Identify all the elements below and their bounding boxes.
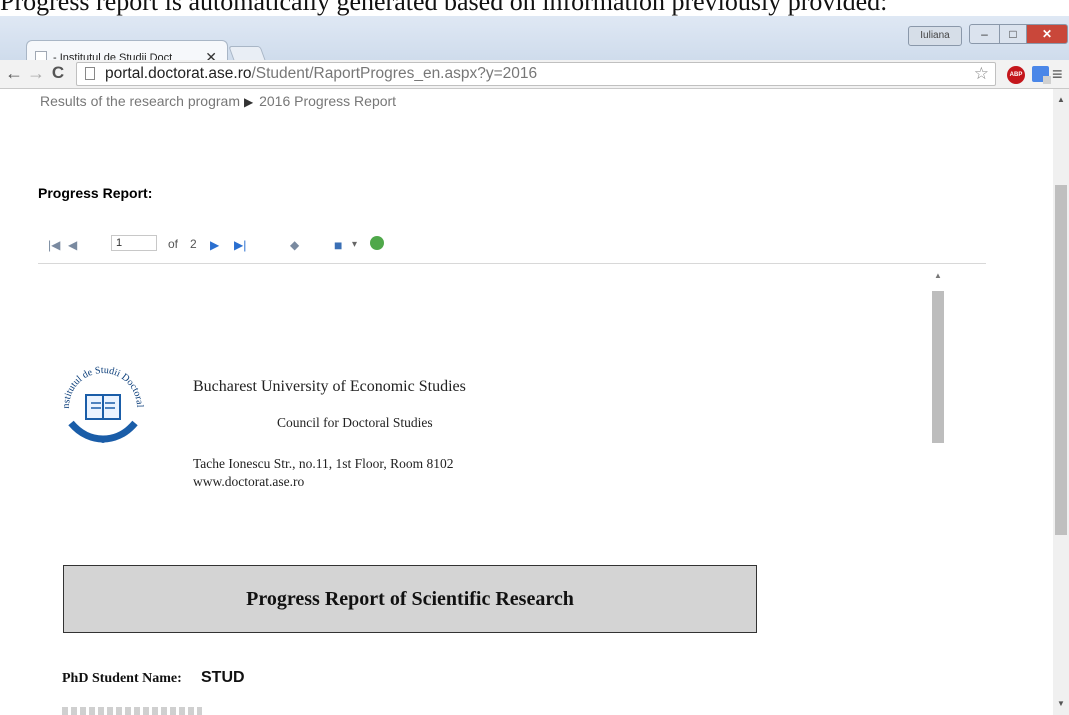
export-save-icon[interactable]: ■ xyxy=(334,237,342,253)
breadcrumb-separator-icon: ▶ xyxy=(243,95,254,109)
address: Tache Ionescu Str., no.11, 1st Floor, Ro… xyxy=(193,456,454,471)
council-name: Council for Doctoral Studies xyxy=(277,415,433,430)
report-title-box: Progress Report of Scientific Research xyxy=(63,565,757,633)
address-bar[interactable]: portal.doctorat.ase.ro/Student/RaportPro… xyxy=(76,62,996,86)
page-scroll-up-icon[interactable]: ▲ xyxy=(1057,95,1065,104)
cut-off-text-line xyxy=(62,707,202,715)
caption-text: Progress report is automatically generat… xyxy=(0,0,888,16)
report-scrollbar[interactable]: ▲ xyxy=(930,267,946,705)
report-page: Institutul de Studii Doctorale Bucharest… xyxy=(38,269,968,715)
student-name-value: STUD xyxy=(201,669,245,686)
first-page-icon[interactable]: |◀ xyxy=(48,237,60,253)
report-title: Progress Report of Scientific Research xyxy=(246,587,574,610)
report-scroll-thumb[interactable] xyxy=(932,291,944,443)
user-badge[interactable]: Iuliana xyxy=(908,26,962,46)
menu-icon[interactable]: ≡ xyxy=(1052,64,1063,84)
breadcrumb: Results of the research program ▶ 2016 Pr… xyxy=(40,93,396,110)
website: www.doctorat.ase.ro xyxy=(193,474,305,489)
progress-report-heading: Progress Report: xyxy=(38,185,153,201)
google-translate-icon[interactable] xyxy=(1032,66,1051,84)
student-name-label: PhD Student Name: xyxy=(62,671,182,686)
page-viewport: Results of the research program ▶ 2016 Pr… xyxy=(0,89,1069,715)
browser-toolbar: ← → C portal.doctorat.ase.ro/Student/Rap… xyxy=(0,60,1069,89)
url-host: portal.doctorat.ase.ro xyxy=(105,65,252,82)
browser-title-strip: - Institutul de Studii Doct ✕ Iuliana – … xyxy=(0,16,1069,76)
page-scroll-down-icon[interactable]: ▼ xyxy=(1057,699,1065,708)
page-scrollbar[interactable]: ▲ ▼ xyxy=(1053,89,1069,715)
url-text[interactable]: portal.doctorat.ase.ro/Student/RaportPro… xyxy=(105,63,537,85)
previous-page-icon[interactable]: ◀ xyxy=(68,237,77,253)
breadcrumb-current: 2016 Progress Report xyxy=(259,93,397,109)
report-viewer-toolbar: |◀ ◀ 1 of 2 ▶ ▶| ◆ ■ ▾ xyxy=(38,233,986,264)
maximize-button[interactable]: □ xyxy=(999,24,1027,44)
bookmark-star-icon[interactable]: ☆ xyxy=(974,64,989,84)
export-dropdown-icon[interactable]: ▾ xyxy=(352,237,357,253)
institute-logo: Institutul de Studii Doctorale xyxy=(53,361,145,443)
report-scroll-up-icon[interactable]: ▲ xyxy=(934,271,942,280)
url-path: /Student/RaportProgres_en.aspx?y=2016 xyxy=(251,65,538,82)
close-window-button[interactable]: ✕ xyxy=(1026,24,1068,44)
page-count: 2 xyxy=(190,237,197,251)
university-name: Bucharest University of Economic Studies xyxy=(193,378,466,395)
page-scroll-thumb[interactable] xyxy=(1055,185,1067,535)
page-icon xyxy=(85,67,95,80)
refresh-icon[interactable] xyxy=(370,236,384,250)
reload-icon[interactable]: C xyxy=(48,63,68,83)
next-page-icon[interactable]: ▶ xyxy=(210,237,219,253)
of-label: of xyxy=(168,237,179,251)
minimize-button[interactable]: – xyxy=(969,24,1000,44)
adblock-icon[interactable]: ABP xyxy=(1007,66,1025,84)
forward-arrow-icon[interactable]: → xyxy=(26,63,46,83)
back-to-parent-icon[interactable]: ◆ xyxy=(290,237,299,253)
back-arrow-icon[interactable]: ← xyxy=(4,63,24,83)
breadcrumb-parent[interactable]: Results of the research program xyxy=(40,93,240,109)
last-page-icon[interactable]: ▶| xyxy=(234,237,246,253)
page-number-input[interactable]: 1 xyxy=(111,235,157,251)
